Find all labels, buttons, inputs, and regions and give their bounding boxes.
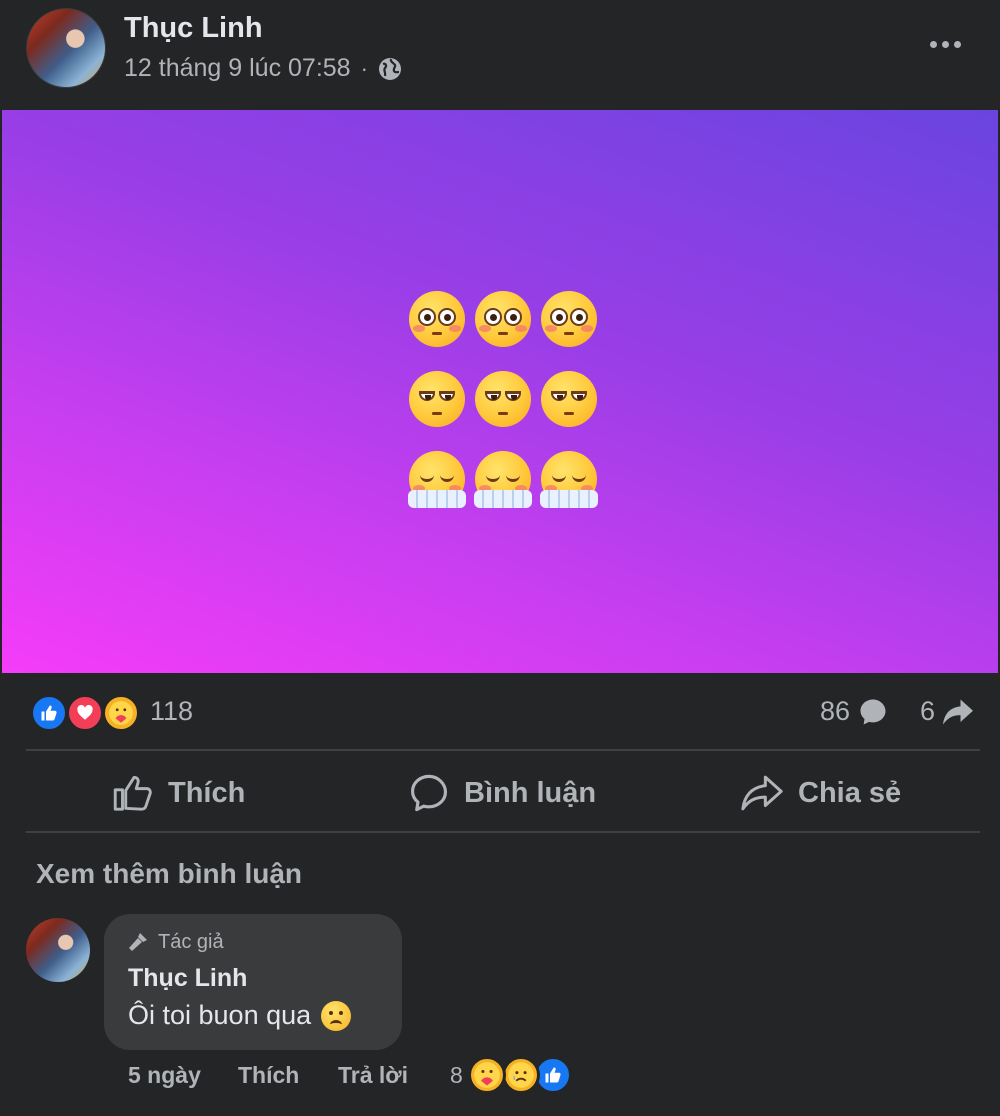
care-reaction-icon bbox=[468, 1056, 506, 1094]
comments-count: 86 bbox=[820, 696, 851, 726]
comment-icon bbox=[410, 774, 448, 812]
post-timestamp[interactable]: 12 tháng 9 lúc 07:58 bbox=[124, 54, 351, 83]
post-meta: 12 tháng 9 lúc 07:58 · bbox=[124, 54, 402, 83]
flushed-face-icon bbox=[406, 288, 468, 350]
comment-author-name[interactable]: Thục Linh bbox=[128, 964, 247, 993]
reactions-summary: 118 86 6 bbox=[0, 690, 1000, 736]
emoji-grid bbox=[406, 288, 602, 528]
post-header: Thục Linh 12 tháng 9 lúc 07:58 · bbox=[0, 0, 1000, 110]
frowning-face-icon bbox=[321, 1000, 352, 1031]
reactions-count[interactable]: 118 bbox=[150, 696, 193, 727]
globe-icon[interactable] bbox=[378, 57, 402, 81]
face-with-rolling-eyes-icon bbox=[538, 368, 600, 430]
shares-count: 6 bbox=[920, 696, 936, 726]
share-icon bbox=[741, 775, 783, 811]
comment-bubble-icon bbox=[860, 699, 886, 724]
share-button[interactable]: Chia sẻ bbox=[740, 768, 901, 818]
comment-time[interactable]: 5 ngày bbox=[128, 1062, 201, 1089]
author-badge-label: Tác giả bbox=[158, 930, 224, 953]
divider bbox=[26, 749, 980, 751]
post-image[interactable] bbox=[2, 110, 998, 673]
comment-text: Ôi toi buon qua bbox=[128, 1000, 352, 1031]
more-options-icon bbox=[929, 40, 937, 48]
flushed-face-icon bbox=[538, 288, 600, 350]
face-with-rolling-eyes-icon bbox=[472, 368, 534, 430]
facebook-post: Thục Linh 12 tháng 9 lúc 07:58 · 118 86 … bbox=[0, 0, 1000, 1116]
like-reaction-icon bbox=[30, 694, 68, 732]
cold-face-with-scarf-icon bbox=[472, 448, 534, 510]
comment-reply-button[interactable]: Trả lời bbox=[338, 1062, 408, 1089]
comment-reaction-icons[interactable] bbox=[466, 1054, 576, 1094]
shares-count-link[interactable]: 6 bbox=[920, 696, 975, 727]
care-reaction-icon bbox=[102, 694, 140, 732]
share-label: Chia sẻ bbox=[798, 776, 902, 809]
face-with-rolling-eyes-icon bbox=[406, 368, 468, 430]
divider bbox=[26, 831, 980, 833]
microphone-icon bbox=[129, 933, 147, 951]
see-more-comments-link[interactable]: Xem thêm bình luận bbox=[36, 858, 302, 890]
author-badge: Tác giả bbox=[126, 930, 224, 954]
like-thumb-icon bbox=[113, 775, 152, 811]
comment-reaction-count[interactable]: 8 bbox=[450, 1062, 463, 1089]
comment-button[interactable]: Bình luận bbox=[408, 768, 596, 818]
love-reaction-icon bbox=[66, 694, 104, 732]
commenter-avatar[interactable] bbox=[26, 918, 90, 982]
comments-count-link[interactable]: 86 bbox=[820, 696, 888, 727]
like-button[interactable]: Thích bbox=[112, 768, 245, 818]
comment-like-button[interactable]: Thích bbox=[238, 1062, 299, 1089]
like-label: Thích bbox=[168, 776, 246, 809]
cold-face-with-scarf-icon bbox=[538, 448, 600, 510]
comment-text-content: Ôi toi buon qua bbox=[128, 1000, 312, 1030]
share-arrow-icon bbox=[943, 699, 974, 724]
more-options-button[interactable] bbox=[922, 28, 968, 60]
comment-label: Bình luận bbox=[464, 776, 597, 809]
author-name[interactable]: Thục Linh bbox=[124, 12, 263, 45]
reaction-icons[interactable] bbox=[30, 694, 142, 732]
sad-reaction-icon bbox=[502, 1056, 540, 1094]
flushed-face-icon bbox=[472, 288, 534, 350]
comment-bubble: Tác giả Thục Linh Ôi toi buon qua bbox=[104, 914, 402, 1050]
cold-face-with-scarf-icon bbox=[406, 448, 468, 510]
author-avatar[interactable] bbox=[26, 8, 106, 88]
meta-separator: · bbox=[360, 55, 368, 81]
